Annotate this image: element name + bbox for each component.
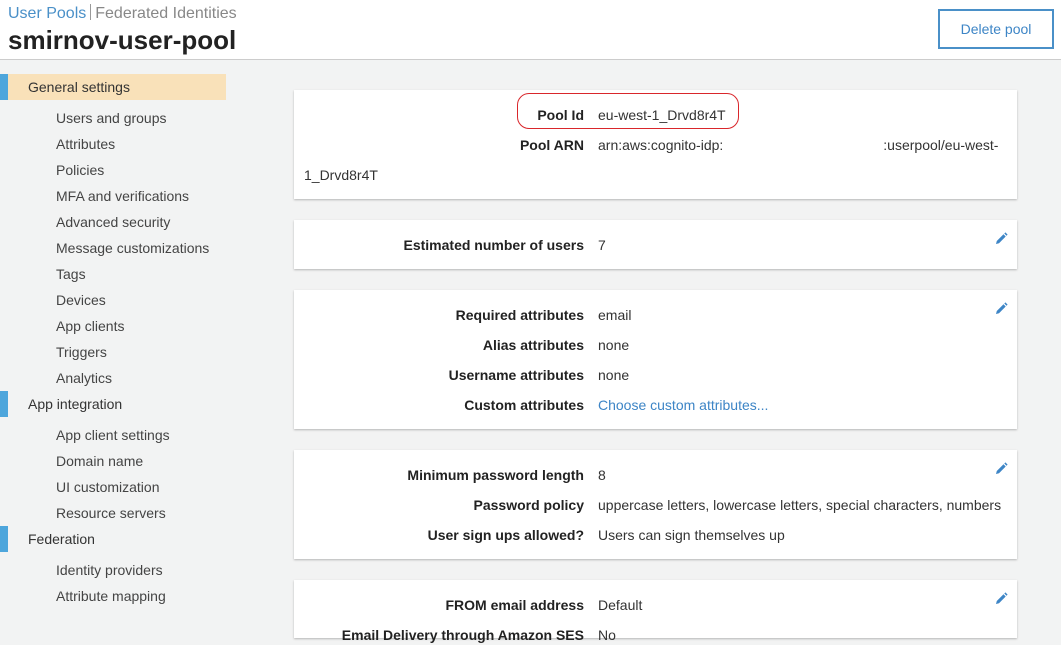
pool-id-label: Pool Id: [537, 107, 584, 123]
choose-custom-attributes-link[interactable]: Choose custom attributes...: [598, 395, 768, 415]
required-attributes-value: email: [598, 307, 632, 323]
sidebar-item-analytics[interactable]: Analytics: [56, 369, 112, 387]
policies-card: Minimum password length 8 Password polic…: [294, 450, 1017, 559]
pool-id-row: Pool Id eu-west-1_Drvd8r4T: [294, 105, 1017, 125]
pool-arn-row: Pool ARN arn:aws:cognito-idp: :userpool/e…: [294, 135, 1017, 155]
sidebar-item-triggers[interactable]: Triggers: [56, 343, 107, 361]
pool-arn-value: arn:aws:cognito-idp: :userpool/eu-west-: [598, 135, 998, 155]
ses-delivery-label: Email Delivery through Amazon SES: [341, 627, 584, 643]
sidebar-item-message-customizations[interactable]: Message customizations: [56, 239, 209, 257]
sidebar-item-identity-providers[interactable]: Identity providers: [56, 561, 163, 579]
sidebar-section-label: General settings: [28, 79, 130, 95]
page-title: smirnov-user-pool: [8, 25, 237, 55]
users-card: Estimated number of users 7: [294, 220, 1017, 269]
alias-attributes-label: Alias attributes: [482, 337, 584, 353]
min-password-length-label: Minimum password length: [407, 467, 584, 483]
pool-arn-wrap-row: 1_Drvd8r4T: [294, 165, 1017, 185]
from-email-label: FROM email address: [445, 597, 585, 613]
pool-arn-wrap: 1_Drvd8r4T: [304, 167, 378, 183]
sidebar-section-federation[interactable]: Federation: [0, 526, 226, 552]
custom-attributes-label: Custom attributes: [464, 397, 584, 413]
sidebar-item-advanced-security[interactable]: Advanced security: [56, 213, 170, 231]
messages-card: FROM email address Default Email Deliver…: [294, 580, 1017, 643]
sidebar-item-mfa-and-verifications[interactable]: MFA and verifications: [56, 187, 189, 205]
alias-attributes-row: Alias attributes none: [294, 335, 1017, 355]
from-email-row: FROM email address Default: [294, 595, 1017, 615]
sidebar-item-domain-name[interactable]: Domain name: [56, 452, 143, 470]
sidebar-item-app-clients[interactable]: App clients: [56, 317, 124, 335]
section-indicator: [0, 74, 8, 100]
estimated-users-label: Estimated number of users: [403, 237, 585, 253]
sidebar-item-app-client-settings[interactable]: App client settings: [56, 426, 170, 444]
pool-id-value: eu-west-1_Drvd8r4T: [598, 107, 726, 123]
breadcrumb-divider: [90, 4, 92, 20]
ses-delivery-value: No: [598, 627, 616, 643]
sidebar-item-devices[interactable]: Devices: [56, 291, 106, 309]
username-attributes-value: none: [598, 367, 630, 383]
page-header: User Pools Federated Identities smirnov-u…: [0, 0, 1061, 60]
required-attributes-label: Required attributes: [455, 307, 584, 323]
sidebar-item-attribute-mapping[interactable]: Attribute mapping: [56, 587, 166, 605]
password-policy-value: uppercase letters, lowercase letters, sp…: [598, 497, 1002, 513]
sidebar-item-policies[interactable]: Policies: [56, 161, 104, 179]
sidebar-item-ui-customization[interactable]: UI customization: [56, 478, 159, 496]
pool-arn-suffix: :userpool/eu-west-: [883, 137, 999, 153]
from-email-value: Default: [598, 597, 643, 613]
custom-attributes-row: Custom attributes Choose custom attribut…: [294, 395, 1017, 415]
estimated-users-row: Estimated number of users 7: [294, 235, 1017, 255]
min-password-length-row: Minimum password length 8: [294, 465, 1017, 485]
sidebar-section-label: App integration: [28, 396, 123, 412]
sidebar-item-resource-servers[interactable]: Resource servers: [56, 504, 166, 522]
sidebar-section-label: Federation: [28, 531, 95, 547]
sign-ups-row: User sign ups allowed? Users can sign th…: [294, 525, 1017, 545]
password-policy-row: Password policy uppercase letters, lower…: [294, 495, 1017, 515]
sidebar-section-general-settings[interactable]: General settings: [0, 74, 226, 100]
username-attributes-label: Username attributes: [448, 367, 584, 383]
sign-ups-value: Users can sign themselves up: [598, 527, 785, 543]
pool-arn-label: Pool ARN: [519, 137, 584, 153]
breadcrumb-federated-identities[interactable]: Federated Identities: [95, 5, 236, 22]
section-indicator: [0, 391, 8, 417]
pool-info-card: Pool Id eu-west-1_Drvd8r4T Pool ARN arn:…: [294, 90, 1017, 199]
required-attributes-row: Required attributes email: [294, 305, 1017, 325]
breadcrumb-user-pools[interactable]: User Pools: [8, 5, 86, 22]
attributes-card: Required attributes email Alias attribut…: [294, 290, 1017, 429]
sidebar-item-attributes[interactable]: Attributes: [56, 135, 115, 153]
password-policy-label: Password policy: [473, 497, 584, 513]
sign-ups-label: User sign ups allowed?: [427, 527, 584, 543]
min-password-length-value: 8: [598, 467, 606, 483]
ses-delivery-row: Email Delivery through Amazon SES No: [294, 625, 1017, 645]
sidebar: General settings Users and groups Attrib…: [0, 60, 240, 638]
alias-attributes-value: none: [598, 337, 630, 353]
estimated-users-value: 7: [598, 237, 606, 253]
sidebar-item-tags[interactable]: Tags: [56, 265, 86, 283]
sidebar-item-users-and-groups[interactable]: Users and groups: [56, 109, 167, 127]
breadcrumb: User Pools Federated Identities: [8, 4, 237, 23]
sidebar-section-app-integration[interactable]: App integration: [0, 391, 226, 417]
pool-arn-prefix: arn:aws:cognito-idp:: [598, 137, 724, 153]
section-indicator: [0, 526, 8, 552]
username-attributes-row: Username attributes none: [294, 365, 1017, 385]
delete-pool-button[interactable]: Delete pool: [938, 9, 1054, 49]
